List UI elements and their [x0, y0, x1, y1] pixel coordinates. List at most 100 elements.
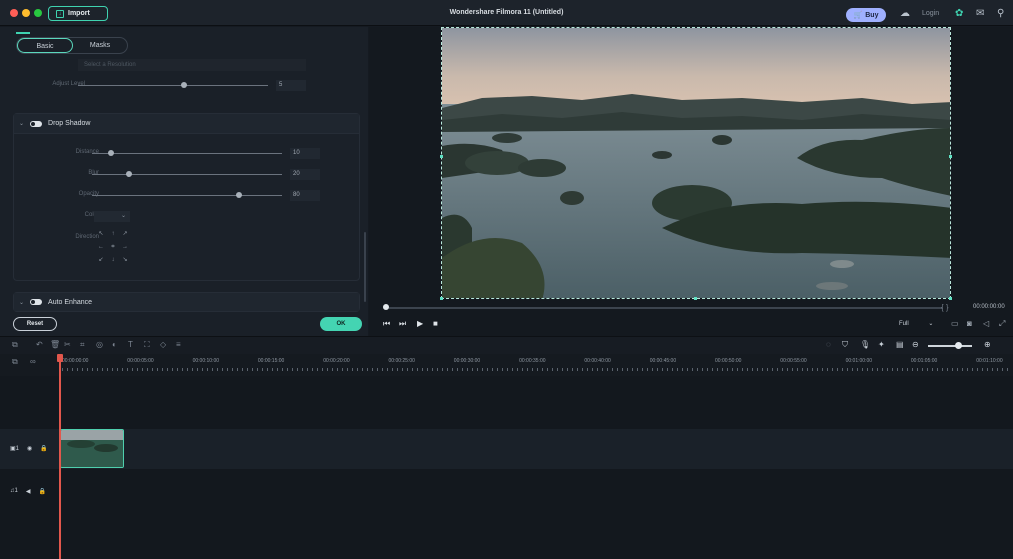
timeline-ruler[interactable]: ⧉ ∞ 00:00:00:00 00:00:05:00 00:00:10:00 00:…	[0, 354, 1013, 376]
color-picker[interactable]: ⌄	[94, 211, 130, 222]
blur-value[interactable]: 20	[290, 169, 320, 180]
login-link[interactable]: Login	[922, 10, 939, 17]
playhead[interactable]	[59, 354, 61, 559]
lock-icon[interactable]: 🔒	[40, 445, 47, 452]
tab-masks[interactable]: Masks	[73, 38, 127, 53]
buy-label: Buy	[865, 11, 879, 19]
adjust-level-value[interactable]: 5	[276, 80, 306, 91]
color-icon[interactable]: ◐	[112, 340, 117, 349]
timeline-tracks: ▣1 ◉ 🔒 ♫1 ◀ 🔒	[0, 376, 1013, 559]
menu-icon[interactable]: ≡	[176, 340, 181, 349]
blur-knob[interactable]	[126, 171, 132, 177]
adjust-level-knob[interactable]	[181, 82, 187, 88]
mark-in-out[interactable]: { }	[941, 303, 949, 312]
buy-button[interactable]: 🛒 Buy	[846, 8, 886, 22]
blur-row: Blur 20	[14, 169, 361, 181]
auto-enhance-toggle[interactable]	[30, 299, 43, 305]
keyframe-icon[interactable]: ◇	[160, 340, 166, 349]
fullscreen-icon[interactable]: ⤢	[999, 319, 1005, 329]
delete-icon[interactable]: 🗑	[50, 340, 60, 349]
opacity-track[interactable]	[92, 195, 282, 196]
drop-shadow-toggle[interactable]	[30, 120, 43, 127]
chevron-down-icon[interactable]: ⌄	[19, 299, 24, 306]
blur-track[interactable]	[92, 174, 282, 175]
feedback-icon[interactable]: ✿	[955, 8, 963, 19]
add-track-icon[interactable]: ⧉	[12, 340, 18, 350]
tab-indicator	[16, 32, 30, 34]
opacity-knob[interactable]	[236, 192, 242, 198]
direction-row: Direction ↖ ↑ ↗ ← ⌗ → ↙ ↓ ↘	[14, 231, 361, 263]
shield-icon[interactable]: ⛉	[842, 340, 848, 350]
chevron-down-icon[interactable]: ⌄	[19, 120, 24, 127]
mic-icon[interactable]: 🎙	[860, 340, 870, 349]
resize-handle[interactable]	[949, 297, 952, 300]
ruler-label: 00:00:30:00	[453, 358, 481, 364]
monitor-icon[interactable]: ▭	[951, 319, 959, 328]
arrow-down-icon[interactable]: ↓	[108, 255, 118, 266]
reset-button[interactable]: Reset	[13, 317, 57, 331]
arrow-down-right-icon[interactable]: ↘	[120, 255, 130, 266]
center-icon[interactable]: ⌗	[108, 242, 118, 253]
zoom-out-icon[interactable]: ⊖	[912, 340, 919, 349]
panel-scrollbar[interactable]	[364, 232, 366, 302]
drop-shadow-title: Drop Shadow	[48, 120, 91, 127]
video-clip[interactable]	[60, 429, 124, 468]
volume-icon[interactable]: ◁	[983, 319, 989, 328]
resolution-select[interactable]: Select a Resolution	[78, 59, 306, 71]
edit-panel: Basic Masks Select a Resolution Adjust L…	[0, 27, 368, 336]
drop-shadow-header[interactable]: ⌄ Drop Shadow	[14, 114, 359, 134]
resize-handle[interactable]	[949, 155, 952, 158]
undo-icon[interactable]: ↶	[36, 340, 43, 349]
preview-video[interactable]	[441, 27, 951, 299]
ai-icon[interactable]: ✦	[878, 340, 885, 349]
scrubber-head[interactable]	[383, 304, 389, 310]
cut-icon[interactable]: ✂	[64, 340, 71, 349]
opacity-value[interactable]: 80	[290, 190, 320, 201]
resize-handle[interactable]	[694, 297, 697, 300]
play-icon[interactable]: ▶	[417, 319, 423, 328]
account-icon[interactable]: ⚲	[997, 8, 1004, 19]
arrow-right-icon[interactable]: →	[120, 242, 130, 253]
adjust-level-track[interactable]	[78, 85, 268, 86]
link-icon[interactable]: ∞	[30, 357, 36, 366]
ruler-label: 00:00:15:00	[257, 358, 285, 364]
snapshot-icon[interactable]: ◙	[967, 319, 972, 328]
zoom-in-icon[interactable]: ⊕	[984, 340, 991, 349]
tab-basic[interactable]: Basic	[17, 38, 73, 53]
text-icon[interactable]: T	[128, 340, 133, 349]
render-icon[interactable]: ◌	[826, 340, 831, 349]
arrow-left-icon[interactable]: ←	[96, 242, 106, 253]
speaker-icon[interactable]: ◀	[26, 488, 31, 495]
lock-icon[interactable]: ⧉	[12, 357, 18, 367]
cloud-icon[interactable]: ☁	[900, 8, 910, 19]
distance-knob[interactable]	[108, 150, 114, 156]
stop-icon[interactable]: ■	[433, 319, 438, 328]
arrow-up-right-icon[interactable]: ↗	[120, 229, 130, 240]
distance-value[interactable]: 10	[290, 148, 320, 159]
video-track-icon: ▣1	[10, 446, 20, 452]
preview-scrubber[interactable]	[383, 307, 943, 309]
ruler-label: 00:01:10:00	[976, 358, 1003, 364]
ok-button[interactable]: OK	[320, 317, 362, 331]
ruler-label: 00:00:50:00	[715, 358, 742, 364]
quality-select[interactable]: Full ⌄	[899, 318, 939, 330]
playhead-handle[interactable]	[57, 354, 63, 362]
eye-icon[interactable]: ◉	[27, 445, 32, 452]
crop-icon[interactable]: ⌗	[80, 340, 85, 350]
arrow-up-icon[interactable]: ↑	[108, 229, 118, 240]
zoom-slider[interactable]	[928, 345, 972, 347]
mail-icon[interactable]: ✉	[976, 8, 984, 19]
fit-icon[interactable]: ⛶	[144, 340, 150, 350]
distance-track[interactable]	[92, 153, 282, 154]
zoom-knob[interactable]	[955, 342, 962, 349]
layout-icon[interactable]: ▤	[896, 340, 904, 349]
auto-enhance-header[interactable]: ⌄ Auto Enhance	[14, 293, 359, 311]
resize-handle[interactable]	[440, 155, 443, 158]
speed-icon[interactable]: ◎	[96, 340, 103, 349]
arrow-up-left-icon[interactable]: ↖	[96, 229, 106, 240]
step-back-icon[interactable]: ⏮	[383, 319, 390, 329]
step-forward-icon[interactable]: ⏭	[399, 319, 406, 329]
lock-icon[interactable]: 🔒	[38, 488, 45, 495]
resize-handle[interactable]	[440, 297, 443, 300]
arrow-down-left-icon[interactable]: ↙	[96, 255, 106, 266]
